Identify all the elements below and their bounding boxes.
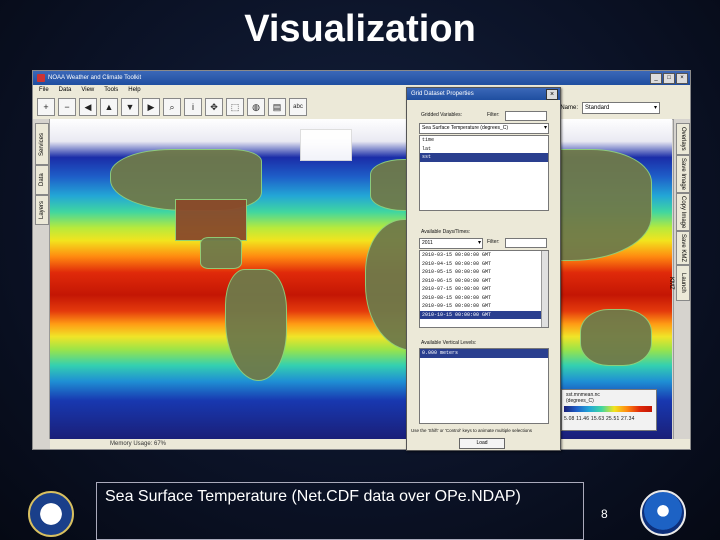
land-central-america	[200, 237, 242, 269]
window-titlebar: NOAA Weather and Climate Toolkit _ □ ×	[33, 71, 690, 85]
land-south-america	[225, 269, 287, 381]
load-button[interactable]: Load	[459, 438, 505, 449]
variables-list[interactable]: time lat sst	[419, 135, 549, 211]
times-dropdown[interactable]: 2011	[419, 238, 483, 249]
list-item[interactable]: 2010-08-15 00:00:00 GMT	[420, 294, 548, 303]
list-item[interactable]: 2010-05-15 00:00:00 GMT	[420, 268, 548, 277]
menubar: File Data View Tools Help	[33, 85, 690, 95]
zoom-out-icon[interactable]: −	[58, 98, 76, 116]
list-item[interactable]: sst	[420, 153, 548, 162]
dialog-titlebar: Grid Dataset Properties ×	[407, 88, 560, 100]
land-australia	[580, 309, 652, 366]
page-number: 8	[601, 507, 608, 521]
tab-launch-kmz[interactable]: Launch KMZ	[668, 265, 690, 301]
tab-data[interactable]: Data	[35, 165, 49, 195]
arrow-down-icon[interactable]: ▼	[121, 98, 139, 116]
menu-file[interactable]: File	[39, 87, 49, 93]
times-label: Available Days/Times:	[421, 229, 471, 235]
slide-title: Visualization	[244, 8, 476, 50]
levels-list[interactable]: 0.000 meters	[419, 348, 549, 424]
land-greenland	[300, 129, 352, 161]
chart-icon[interactable]: ▤	[268, 98, 286, 116]
info-icon[interactable]: i	[184, 98, 202, 116]
status-bar: Memory Usage: 67%	[50, 439, 690, 449]
list-item[interactable]: 2010-03-15 00:00:00 GMT	[420, 251, 548, 260]
close-window-button[interactable]: ×	[676, 73, 688, 84]
app-icon	[37, 74, 45, 82]
right-tab-strip: Overlays Save Image Copy Image Save KMZ …	[668, 119, 690, 439]
list-item[interactable]: time	[420, 136, 548, 145]
times-scrollbar[interactable]	[541, 251, 548, 327]
filter-label-2: Filter:	[487, 239, 500, 245]
levels-label: Available Vertical Levels:	[421, 340, 477, 346]
caption-box: Sea Surface Temperature (Net.CDF data ov…	[96, 482, 584, 540]
tab-save-image[interactable]: Save Image	[676, 155, 690, 193]
map-name-control: Map Name: Standard	[547, 102, 660, 114]
maximize-button[interactable]: □	[663, 73, 675, 84]
tab-overlays[interactable]: Overlays	[676, 123, 690, 155]
left-tab-strip: Services Data Layers	[33, 119, 50, 439]
dialog-hint: Use the 'Shift' or 'Control' keys to ani…	[411, 428, 532, 433]
minimize-button[interactable]: _	[650, 73, 662, 84]
zoom-in-icon[interactable]: +	[37, 98, 55, 116]
map-legend: sst.mnmean.nc (degrees_C) 5.08 11.46 15.…	[561, 389, 657, 431]
grid-dataset-dialog: Grid Dataset Properties × Gridded Variab…	[406, 87, 561, 451]
list-item[interactable]: 2010-06-15 00:00:00 GMT	[420, 277, 548, 286]
list-item[interactable]: 2010-09-15 00:00:00 GMT	[420, 302, 548, 311]
noaa-logo	[640, 490, 686, 536]
dialog-title: Grid Dataset Properties	[411, 91, 474, 97]
tab-save-kmz[interactable]: Save KMZ	[676, 231, 690, 265]
dialog-close-button[interactable]: ×	[546, 89, 558, 100]
variable-filter-input[interactable]	[505, 111, 547, 121]
menu-help[interactable]: Help	[128, 87, 140, 93]
arrow-right-icon[interactable]: ▶	[142, 98, 160, 116]
zoom-tool-icon[interactable]: ⌕	[163, 98, 181, 116]
tab-copy-image[interactable]: Copy Image	[676, 193, 690, 231]
gridded-variables-label: Gridded Variables:	[421, 112, 463, 118]
menu-tools[interactable]: Tools	[104, 87, 118, 93]
list-item[interactable]: 0.000 meters	[420, 349, 548, 358]
times-list[interactable]: 2010-03-15 00:00:00 GMT 2010-04-15 00:00…	[419, 250, 549, 328]
arrow-left-icon[interactable]: ◀	[79, 98, 97, 116]
filter-label-1: Filter:	[487, 112, 500, 118]
tab-services[interactable]: Layers	[35, 195, 49, 225]
globe-icon[interactable]: ◍	[247, 98, 265, 116]
menu-view[interactable]: View	[81, 87, 94, 93]
list-item[interactable]: 2010-07-15 00:00:00 GMT	[420, 285, 548, 294]
list-item[interactable]: lat	[420, 145, 548, 154]
time-filter-input[interactable]	[505, 238, 547, 248]
arrow-up-icon[interactable]: ▲	[100, 98, 118, 116]
abc-icon[interactable]: abc	[289, 98, 307, 116]
variable-dropdown[interactable]: Sea Surface Temperature (degrees_C)	[419, 123, 549, 134]
menu-data[interactable]: Data	[59, 87, 72, 93]
list-item[interactable]: 2010-10-15 00:00:00 GMT	[420, 310, 548, 319]
commerce-seal-logo	[28, 491, 74, 537]
window-title: NOAA Weather and Climate Toolkit	[48, 75, 142, 81]
map-name-select[interactable]: Standard	[582, 102, 660, 114]
land-usa	[175, 199, 247, 241]
slide-caption: Sea Surface Temperature (Net.CDF data ov…	[105, 488, 521, 505]
pan-icon[interactable]: ✥	[205, 98, 223, 116]
list-item[interactable]: 2010-04-15 00:00:00 GMT	[420, 260, 548, 269]
tab-layers[interactable]: Services	[35, 123, 49, 165]
toolkit-window: NOAA Weather and Climate Toolkit _ □ × F…	[32, 70, 691, 450]
select-icon[interactable]: ⬚	[226, 98, 244, 116]
legend-units: (degrees_C)	[566, 398, 594, 404]
legend-colorbar	[564, 406, 652, 412]
legend-ticks: 5.08 11.46 15.63 25.51 27.34	[564, 416, 635, 422]
